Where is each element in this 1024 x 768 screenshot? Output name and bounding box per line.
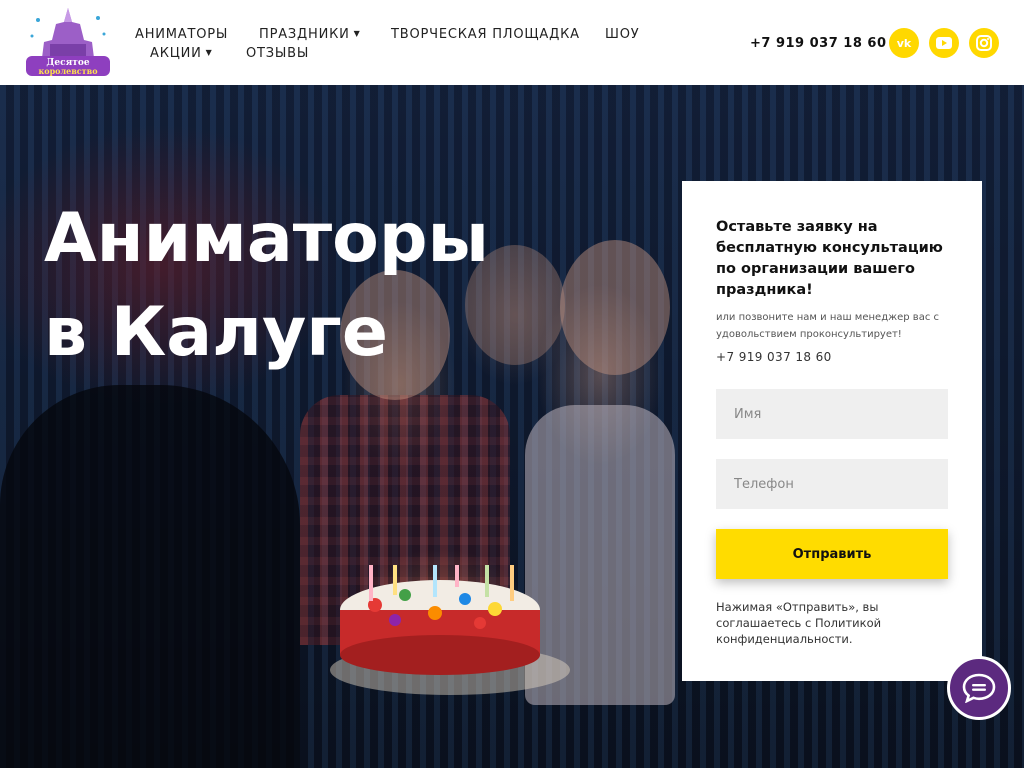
nav-label: ОТЗЫВЫ	[246, 46, 310, 61]
header-phone[interactable]: +7 919 037 18 60	[750, 36, 887, 51]
nav-promotions[interactable]: АКЦИИ ▼	[150, 46, 213, 61]
consultation-form: Оставьте заявку на бесплатную консультац…	[682, 181, 982, 681]
form-heading: Оставьте заявку на бесплатную консультац…	[716, 219, 943, 298]
site-header: Десятое королевство АНИМАТОРЫ ПРАЗДНИКИ ▼…	[0, 0, 1024, 85]
main-nav: АНИМАТОРЫ ПРАЗДНИКИ ▼ ТВОРЧЕСКАЯ ПЛОЩАДКА…	[130, 25, 670, 65]
chat-widget-button[interactable]	[947, 656, 1011, 720]
chat-bubble-icon	[962, 673, 996, 703]
vk-icon[interactable]: vk	[889, 28, 919, 58]
nav-label: ПРАЗДНИКИ	[259, 27, 350, 42]
nav-label: ТВОРЧЕСКАЯ ПЛОЩАДКА	[391, 27, 580, 42]
instagram-icon[interactable]	[969, 28, 999, 58]
name-input[interactable]	[716, 389, 948, 439]
svg-text:королевство: королевство	[38, 66, 98, 76]
phone-input[interactable]	[716, 459, 948, 509]
form-phone[interactable]: +7 919 037 18 60	[716, 350, 832, 364]
submit-button[interactable]: Отправить	[716, 529, 948, 579]
form-subtext: или позвоните нам и наш менеджер вас с у…	[716, 312, 939, 340]
privacy-policy-text: Нажимая «Отправить», вы соглашаетесь с П…	[716, 600, 882, 646]
caret-down-icon: ▼	[353, 29, 361, 38]
nav-holidays[interactable]: ПРАЗДНИКИ ▼	[259, 27, 361, 42]
nav-label: АНИМАТОРЫ	[135, 27, 229, 42]
nav-label: ШОУ	[605, 27, 640, 42]
caret-down-icon: ▼	[205, 48, 213, 57]
hero-title-line: Аниматоры	[44, 199, 490, 278]
nav-animators[interactable]: АНИМАТОРЫ	[135, 27, 228, 42]
birthday-cake-illustration	[340, 565, 540, 675]
hero-background-figure	[0, 385, 300, 768]
nav-creative-space[interactable]: ТВОРЧЕСКАЯ ПЛОЩАДКА	[391, 27, 580, 42]
youtube-icon[interactable]	[929, 28, 959, 58]
hero-title-line: в Калуге	[44, 293, 388, 372]
svg-text:vk: vk	[897, 37, 912, 49]
nav-reviews[interactable]: ОТЗЫВЫ	[246, 46, 309, 61]
logo[interactable]: Десятое королевство	[24, 6, 112, 78]
nav-label: АКЦИИ	[150, 46, 202, 61]
nav-show[interactable]: ШОУ	[605, 27, 639, 42]
hero-title: Аниматоры в Калуге	[44, 192, 604, 380]
